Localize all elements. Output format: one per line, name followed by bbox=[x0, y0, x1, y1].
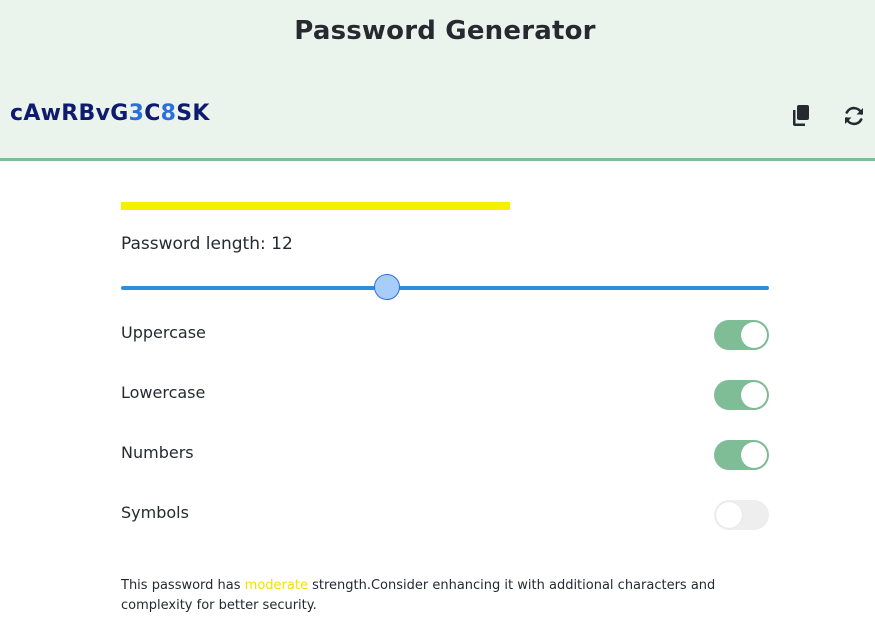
option-label: Uppercase bbox=[121, 323, 206, 342]
option-label: Numbers bbox=[121, 443, 194, 462]
refresh-icon bbox=[845, 106, 863, 126]
lowercase-toggle[interactable] bbox=[714, 380, 769, 410]
option-uppercase: Uppercase bbox=[121, 320, 769, 352]
option-symbols: Symbols bbox=[121, 500, 769, 532]
toggle-knob bbox=[741, 322, 767, 348]
symbols-toggle[interactable] bbox=[714, 500, 769, 530]
refresh-button[interactable] bbox=[842, 103, 866, 129]
strength-word: moderate bbox=[244, 578, 308, 593]
option-numbers: Numbers bbox=[121, 440, 769, 472]
strength-message: This password has moderate strength.Cons… bbox=[121, 576, 761, 616]
option-label: Lowercase bbox=[121, 383, 206, 402]
toggle-knob bbox=[741, 442, 767, 468]
password-segment: C bbox=[144, 101, 161, 126]
password-digit: 3 bbox=[128, 101, 145, 126]
app-title: Password Generator bbox=[294, 16, 596, 46]
numbers-toggle[interactable] bbox=[714, 440, 769, 470]
generated-password: cAwRBvG3C8SK bbox=[10, 101, 210, 126]
toggle-knob bbox=[741, 382, 767, 408]
password-digit: 8 bbox=[160, 101, 177, 126]
strength-indicator bbox=[121, 202, 510, 210]
header: Password Generator cAwRBvG3C8SK bbox=[0, 0, 875, 161]
copy-button[interactable] bbox=[789, 103, 813, 129]
length-slider-thumb[interactable] bbox=[374, 274, 400, 300]
option-lowercase: Lowercase bbox=[121, 380, 769, 412]
copy-icon bbox=[793, 105, 809, 126]
message-prefix: This password has bbox=[121, 578, 245, 593]
option-label: Symbols bbox=[121, 503, 189, 522]
password-length-label: Password length: 12 bbox=[121, 234, 293, 254]
password-segment: cAwRBvG bbox=[10, 101, 129, 126]
password-segment: SK bbox=[176, 101, 210, 126]
uppercase-toggle[interactable] bbox=[714, 320, 769, 350]
toggle-knob bbox=[716, 502, 742, 528]
length-slider-track[interactable] bbox=[121, 286, 769, 290]
